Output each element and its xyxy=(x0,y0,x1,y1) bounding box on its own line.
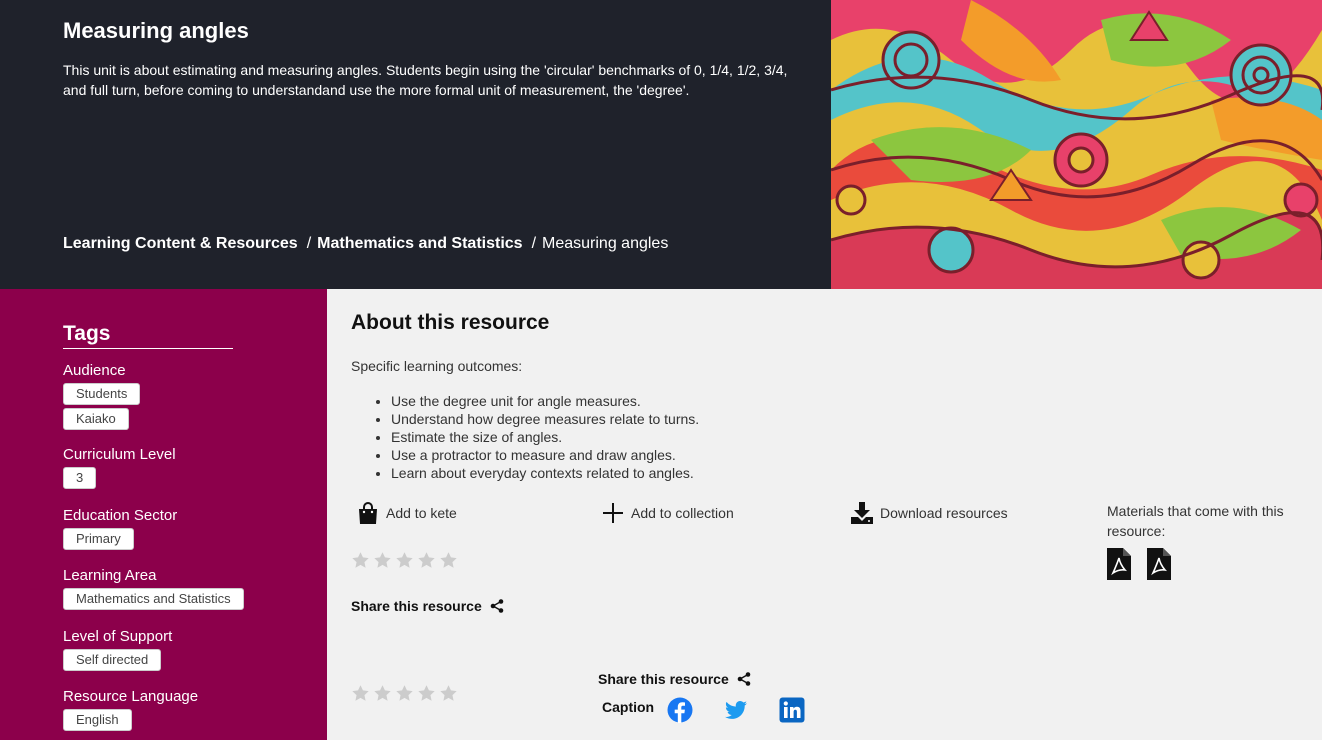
tag-chip[interactable]: Mathematics and Statistics xyxy=(63,588,244,610)
tag-chip[interactable]: English xyxy=(63,709,132,731)
add-to-kete-button[interactable]: Add to kete xyxy=(356,501,457,525)
star-icon[interactable] xyxy=(439,684,458,703)
twitter-icon[interactable] xyxy=(723,697,749,723)
resource-main: About this resource Specific learning ou… xyxy=(327,289,1322,740)
tag-group-curriculum-level: Curriculum Level 3 xyxy=(63,446,176,492)
breadcrumb-separator: / xyxy=(306,235,312,252)
tag-group-label: Education Sector xyxy=(63,507,178,524)
star-icon[interactable] xyxy=(373,551,392,570)
tag-chip[interactable]: Kaiako xyxy=(63,408,129,430)
share-label: Share this resource xyxy=(351,598,482,614)
add-to-collection-button[interactable]: Add to collection xyxy=(601,501,734,525)
tags-heading: Tags xyxy=(63,322,111,345)
download-resources-label: Download resources xyxy=(880,505,1008,521)
hero-pattern-image xyxy=(831,0,1322,289)
outcomes-label: Specific learning outcomes: xyxy=(351,358,523,374)
plus-icon xyxy=(603,503,623,523)
share-resource-button[interactable]: Share this resource xyxy=(351,598,504,614)
outcome-item: Understand how degree measures relate to… xyxy=(391,410,699,428)
star-icon[interactable] xyxy=(417,551,436,570)
download-icon xyxy=(851,502,873,524)
outcome-item: Use the degree unit for angle measures. xyxy=(391,392,699,410)
tag-chip[interactable]: 3 xyxy=(63,467,97,489)
bag-icon xyxy=(359,502,377,524)
star-icon[interactable] xyxy=(439,551,458,570)
share-resource-button[interactable]: Share this resource xyxy=(598,671,751,687)
download-resources-button[interactable]: Download resources xyxy=(850,501,1008,525)
breadcrumb-link-learning-content[interactable]: Learning Content & Resources xyxy=(63,235,298,252)
tag-group-label: Learning Area xyxy=(63,567,157,584)
add-to-collection-label: Add to collection xyxy=(631,505,734,521)
linkedin-icon[interactable] xyxy=(779,697,805,723)
share-icon xyxy=(737,672,751,686)
pdf-icon[interactable] xyxy=(1107,548,1131,580)
tags-divider xyxy=(63,348,233,349)
tag-chip[interactable]: Self directed xyxy=(63,649,162,671)
breadcrumb-separator: / xyxy=(531,235,537,252)
hero-pattern-illustration xyxy=(831,0,1322,289)
breadcrumb-current: Measuring angles xyxy=(542,235,669,252)
star-icon[interactable] xyxy=(417,684,436,703)
tag-chip[interactable]: Primary xyxy=(63,528,134,550)
tag-group-resource-language: Resource Language English xyxy=(63,688,198,734)
page-description: This unit is about estimating and measur… xyxy=(63,62,788,98)
tag-group-learning-area: Learning Area Mathematics and Statistics xyxy=(63,567,244,613)
pdf-icon[interactable] xyxy=(1147,548,1171,580)
star-icon[interactable] xyxy=(373,684,392,703)
tag-group-level-of-support: Level of Support Self directed xyxy=(63,628,172,674)
outcome-item: Learn about everyday contexts related to… xyxy=(391,464,699,482)
star-icon[interactable] xyxy=(395,551,414,570)
materials-label: Materials that come with this resource: xyxy=(1107,503,1284,539)
share-caption: Caption xyxy=(602,699,655,715)
page-title: Measuring angles xyxy=(63,18,249,43)
outcome-item: Use a protractor to measure and draw ang… xyxy=(391,446,699,464)
star-icon[interactable] xyxy=(351,684,370,703)
star-icon[interactable] xyxy=(395,684,414,703)
outcome-item: Estimate the size of angles. xyxy=(391,428,699,446)
breadcrumb: Learning Content & Resources / Mathematics… xyxy=(63,235,668,253)
outcomes-list: Use the degree unit for angle measures. … xyxy=(371,392,699,482)
star-rating[interactable] xyxy=(351,684,458,703)
facebook-icon[interactable] xyxy=(667,697,693,723)
tag-group-label: Level of Support xyxy=(63,628,173,645)
tag-group-label: Audience xyxy=(63,362,126,379)
tag-group-label: Curriculum Level xyxy=(63,446,176,463)
hero-banner: Measuring angles This unit is about esti… xyxy=(0,0,1322,289)
tags-sidebar: Tags Audience Students Kaiako Curriculum… xyxy=(0,289,327,740)
breadcrumb-link-mathematics[interactable]: Mathematics and Statistics xyxy=(317,235,522,252)
tag-group-audience: Audience Students Kaiako xyxy=(63,362,141,433)
star-rating[interactable] xyxy=(351,551,458,570)
about-heading: About this resource xyxy=(351,311,550,334)
hero-text: Measuring angles This unit is about esti… xyxy=(63,18,808,100)
tag-chip[interactable]: Students xyxy=(63,383,141,405)
star-icon[interactable] xyxy=(351,551,370,570)
tag-group-education-sector: Education Sector Primary xyxy=(63,507,177,553)
add-to-kete-label: Add to kete xyxy=(386,505,457,521)
tag-group-label: Resource Language xyxy=(63,688,199,705)
share-label: Share this resource xyxy=(598,671,729,687)
share-icon xyxy=(490,599,504,613)
